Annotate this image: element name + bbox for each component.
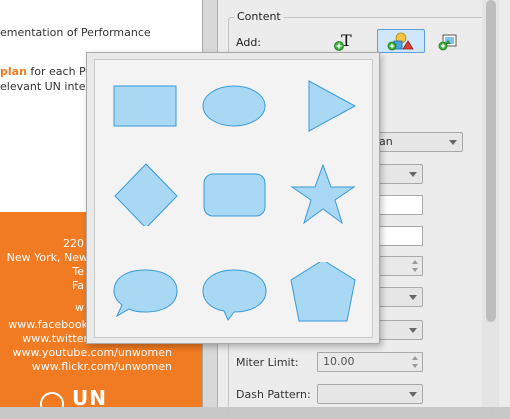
diamond-icon (114, 163, 178, 226)
footer-address-2: New York, New (6, 251, 88, 264)
miter-limit-value: 10.00 (323, 355, 355, 368)
chevron-down-icon (409, 295, 417, 300)
shape-diamond[interactable] (107, 162, 183, 226)
shape-star[interactable] (285, 162, 361, 226)
rounded-rectangle-icon (203, 173, 266, 217)
add-image-icon (438, 34, 457, 51)
footer-facebook: www.facebook (8, 318, 88, 331)
shape-triangle[interactable] (285, 72, 361, 136)
footer-youtube: www.youtube.com/unwomen (12, 346, 172, 359)
rectangle-icon (113, 85, 177, 127)
shape-oval-callout[interactable] (196, 262, 272, 326)
shape-rounded-rectangle[interactable] (196, 162, 272, 226)
shape-palette-grid (94, 59, 373, 338)
chevron-down-icon (449, 140, 457, 145)
footer-tel: Te (72, 265, 84, 278)
shape-rectangular-callout[interactable] (107, 262, 183, 326)
footer-web: w (75, 301, 84, 314)
doc-line-1: ementation of Performance (0, 26, 151, 39)
shape-ellipse[interactable] (196, 72, 272, 136)
panel-scrollbar-thumb[interactable] (486, 0, 496, 322)
chevron-down-icon (409, 328, 417, 333)
doc-line-3: elevant UN inter- (0, 80, 94, 93)
content-group-title: Content (234, 10, 284, 23)
add-shape-icon (387, 32, 414, 51)
spin-arrows-icon (412, 355, 420, 369)
dash-pattern-label: Dash Pattern: (236, 388, 311, 401)
dash-pattern-combo[interactable] (317, 384, 423, 404)
chevron-down-icon (409, 392, 417, 397)
ellipse-icon (202, 85, 266, 127)
add-image-button[interactable] (434, 31, 462, 53)
footer-address-1: 220 (63, 237, 84, 250)
chevron-down-icon (409, 172, 417, 177)
spin-arrows-icon (412, 259, 420, 273)
doc-line-2: plan for each Pe (0, 65, 93, 78)
add-shape-button[interactable] (377, 29, 425, 53)
footer-twitter: www.twitter (22, 332, 88, 345)
rectangular-callout-icon (113, 269, 178, 318)
shape-palette-popup (86, 52, 380, 344)
add-text-icon: T (334, 32, 352, 51)
add-text-button[interactable]: T (330, 31, 358, 53)
oval-callout-icon (202, 269, 267, 321)
footer-fax: Fa (71, 279, 84, 292)
shape-pentagon[interactable] (285, 262, 361, 326)
miter-limit-label: Miter Limit: (236, 356, 299, 369)
shape-rectangle[interactable] (107, 72, 183, 136)
add-label: Add: (236, 36, 262, 49)
miter-limit-stepper[interactable]: 10.00 (317, 352, 423, 372)
footer-flickr: www.flickr.com/unwomen (31, 360, 172, 373)
star-icon (290, 163, 356, 225)
triangle-icon (308, 80, 357, 132)
pentagon-icon (290, 262, 356, 322)
un-logo-text: UN (72, 386, 107, 407)
